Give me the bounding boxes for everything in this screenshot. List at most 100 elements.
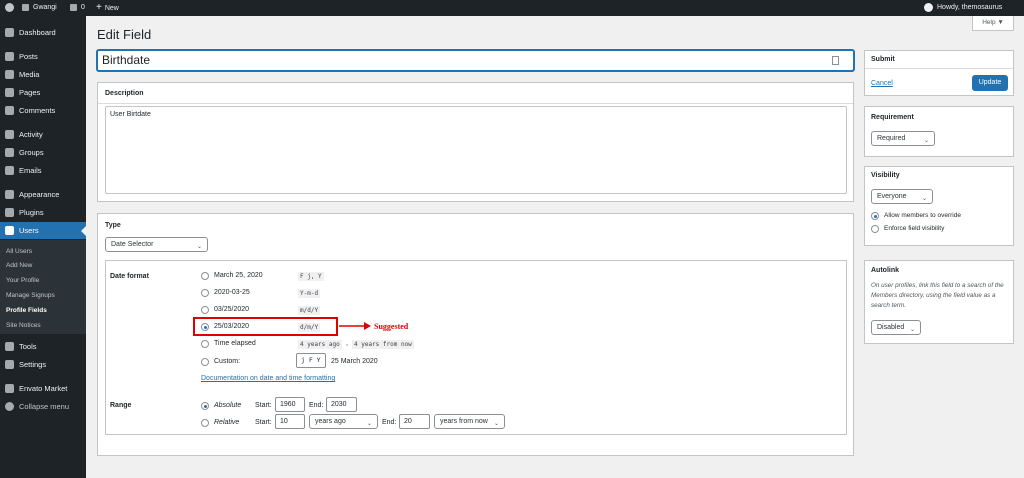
start-label: Start: — [255, 402, 272, 409]
custom-format-input[interactable]: j F Y — [296, 353, 326, 368]
home-icon — [22, 3, 29, 11]
menu-pages[interactable]: Pages — [0, 84, 86, 101]
brush-icon — [5, 190, 14, 199]
type-panel: Type Date Selector ⌄ Date format March 25… — [97, 213, 854, 456]
format-radio-f-j-y[interactable] — [201, 272, 209, 280]
format-code: m/d/Y — [298, 306, 321, 315]
description-label: Description — [105, 90, 144, 97]
relative-end-unit-select[interactable]: years from now ⌄ — [434, 414, 505, 429]
type-select[interactable]: Date Selector ⌄ — [105, 237, 208, 252]
chevron-down-icon: ⌄ — [366, 421, 372, 427]
format-label: 25/03/2020 — [214, 323, 250, 330]
arrow-right-icon — [339, 322, 371, 330]
chevron-down-icon: ⌄ — [196, 244, 202, 250]
description-textarea[interactable]: User Birtdate — [105, 106, 847, 194]
visibility-select[interactable]: Everyone ⌄ — [871, 189, 933, 204]
comment-icon — [5, 106, 14, 115]
document-icon — [832, 56, 839, 65]
format-radio-d-m-y[interactable] — [201, 323, 209, 331]
menu-emails[interactable]: Emails — [0, 162, 86, 179]
menu-label: Envato Market — [19, 384, 68, 393]
enforce-visibility-radio[interactable] — [871, 225, 879, 233]
submenu-your-profile[interactable]: Your Profile — [6, 274, 39, 288]
menu-label: Dashboard — [19, 28, 56, 37]
wordpress-logo-icon[interactable] — [5, 0, 18, 16]
format-label: Custom: — [214, 358, 241, 365]
type-label: Type — [105, 222, 121, 229]
format-radio-custom[interactable] — [201, 358, 209, 366]
autolink-value: Disabled — [877, 324, 905, 331]
submenu-manage-signups[interactable]: Manage Signups — [6, 289, 55, 303]
range-absolute-label: Absolute — [214, 402, 242, 409]
requirement-select[interactable]: Required ⌄ — [871, 131, 935, 146]
format-comma: , — [346, 340, 348, 347]
avatar — [924, 2, 933, 12]
submenu-profile-fields[interactable]: Profile Fields — [6, 304, 47, 318]
menu-tools[interactable]: Tools — [0, 338, 86, 355]
menu-label: Collapse menu — [19, 402, 70, 411]
menu-posts[interactable]: Posts — [0, 48, 86, 65]
format-radio-m-d-y[interactable] — [201, 306, 209, 314]
divider — [98, 103, 853, 104]
menu-settings[interactable]: Settings — [0, 356, 86, 373]
absolute-start-input[interactable]: 1960 — [275, 397, 305, 412]
relative-start-unit-select[interactable]: years ago ⌄ — [309, 414, 378, 429]
email-icon — [5, 166, 14, 175]
requirement-value: Required — [877, 135, 906, 142]
description-panel: Description User Birtdate — [97, 82, 854, 202]
groups-icon — [5, 148, 14, 157]
range-radio-relative[interactable] — [201, 419, 209, 427]
field-name-input[interactable]: Birthdate — [97, 50, 854, 71]
menu-groups[interactable]: Groups — [0, 144, 86, 161]
menu-envato-market[interactable]: Envato Market — [0, 380, 86, 397]
wrench-icon — [5, 342, 14, 351]
site-name-link[interactable]: Gwangi — [22, 0, 57, 16]
menu-collapse[interactable]: Collapse menu — [0, 398, 86, 415]
relative-end-input[interactable]: 20 — [399, 414, 430, 429]
update-button[interactable]: Update — [972, 75, 1008, 91]
submenu-all-users[interactable]: All Users — [6, 245, 32, 259]
requirement-title: Requirement — [871, 114, 914, 121]
menu-media[interactable]: Media — [0, 66, 86, 83]
menu-label: Groups — [19, 148, 44, 157]
menu-label: Tools — [19, 342, 37, 351]
end-label: End: — [382, 419, 397, 426]
menu-appearance[interactable]: Appearance — [0, 186, 86, 203]
range-radio-absolute[interactable] — [201, 402, 209, 410]
account-menu[interactable]: Howdy, themosaurus — [924, 0, 1002, 16]
menu-dashboard[interactable]: Dashboard — [0, 24, 86, 41]
type-value: Date Selector — [111, 241, 154, 248]
allow-override-radio[interactable] — [871, 212, 879, 220]
date-format-doc-link[interactable]: Documentation on date and time formattin… — [201, 375, 335, 382]
format-code: F j, Y — [298, 272, 324, 281]
format-radio-time-elapsed[interactable] — [201, 340, 209, 348]
format-code: d/m/Y — [298, 323, 321, 332]
cancel-link[interactable]: Cancel — [871, 80, 893, 87]
page-title: Edit Field — [97, 27, 152, 42]
format-radio-y-m-d[interactable] — [201, 289, 209, 297]
autolink-select[interactable]: Disabled ⌄ — [871, 320, 921, 335]
autolink-panel: Autolink On user profiles, link this fie… — [864, 260, 1014, 344]
leaf-icon — [5, 384, 14, 393]
menu-comments[interactable]: Comments — [0, 102, 86, 119]
visibility-value: Everyone — [877, 193, 907, 200]
menu-activity[interactable]: Activity — [0, 126, 86, 143]
requirement-panel: Requirement Required ⌄ — [864, 106, 1014, 157]
comments-link[interactable]: 0 — [70, 0, 85, 16]
menu-plugins[interactable]: Plugins — [0, 204, 86, 221]
range-label: Range — [110, 402, 132, 409]
submenu-site-notices[interactable]: Site Notices — [6, 319, 41, 333]
pages-icon — [5, 88, 14, 97]
new-content-link[interactable]: + New — [96, 0, 119, 16]
menu-label: Emails — [19, 166, 42, 175]
menu-label: Media — [19, 70, 40, 79]
submenu-add-new[interactable]: Add New — [6, 259, 32, 273]
visibility-panel: Visibility Everyone ⌄ Allow members to ov… — [864, 166, 1014, 246]
help-tab-button[interactable]: Help ▼ — [972, 16, 1014, 31]
relative-start-input[interactable]: 10 — [275, 414, 305, 429]
format-code: 4 years ago — [298, 340, 342, 349]
menu-users[interactable]: Users — [0, 222, 86, 239]
menu-label: Comments — [19, 106, 56, 115]
absolute-end-input[interactable]: 2030 — [326, 397, 357, 412]
menu-label: Plugins — [19, 208, 44, 217]
